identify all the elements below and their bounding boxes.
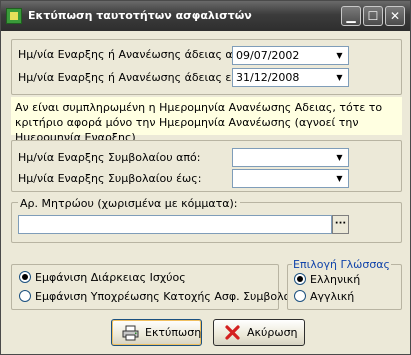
contract-to-label: Ημ/νία Εναρξης Συμβολαίου έως: bbox=[18, 172, 202, 185]
chevron-down-icon[interactable]: ▼ bbox=[332, 150, 347, 165]
registry-input[interactable] bbox=[18, 215, 332, 234]
contract-to-date-combo[interactable]: ▼ bbox=[232, 169, 349, 188]
display-obligation-label[interactable]: Εμφάνιση Υποχρέωσης Κατοχής Ασφ. Συμβολα… bbox=[35, 290, 308, 303]
language-group-title: Επιλογή Γλώσσας bbox=[292, 258, 392, 271]
language-greek-label[interactable]: Ελληνική bbox=[310, 273, 360, 286]
registry-browse-button[interactable]: ··· bbox=[332, 215, 349, 234]
language-english-radio[interactable] bbox=[294, 290, 306, 302]
minimize-button[interactable]: ▁ bbox=[341, 6, 361, 26]
print-button-label: Εκτύπωση bbox=[145, 326, 202, 339]
license-to-date-combo[interactable]: 31/12/2008 ▼ bbox=[232, 68, 349, 87]
chevron-down-icon[interactable]: ▼ bbox=[332, 171, 347, 186]
close-button[interactable]: ✕ bbox=[385, 6, 405, 26]
license-to-label: Ημ/νία Εναρξης ή Ανανέωσης άδειας εώς: bbox=[18, 71, 251, 84]
display-duration-radio[interactable] bbox=[19, 271, 31, 283]
window-title: Εκτύπωση ταυτοτήτων ασφαλιστών bbox=[28, 9, 252, 22]
license-to-date-value: 31/12/2008 bbox=[236, 71, 300, 84]
display-duration-label[interactable]: Εμφάνιση Διάρκειας Ισχύος bbox=[35, 271, 186, 284]
license-from-date-value: 09/07/2002 bbox=[236, 49, 300, 62]
cancel-button[interactable]: Ακύρωση bbox=[213, 319, 305, 346]
red-x-icon bbox=[225, 325, 240, 340]
cancel-button-label: Ακύρωση bbox=[247, 326, 298, 339]
contract-from-label: Ημ/νία Εναρξης Συμβολαίου από: bbox=[18, 151, 201, 164]
title-bar[interactable]: Εκτύπωση ταυτοτήτων ασφαλιστών ▁ ☐ ✕ bbox=[1, 1, 410, 31]
license-from-label: Ημ/νία Εναρξης ή Ανανέωσης άδειας από: bbox=[18, 48, 250, 61]
license-from-date-combo[interactable]: 09/07/2002 ▼ bbox=[232, 46, 349, 65]
chevron-down-icon[interactable]: ▼ bbox=[332, 48, 347, 63]
print-button[interactable]: Εκτύπωση bbox=[111, 319, 202, 346]
display-obligation-radio[interactable] bbox=[19, 290, 31, 302]
dialog-window: Εκτύπωση ταυτοτήτων ασφαλιστών ▁ ☐ ✕ Ημ/… bbox=[0, 0, 411, 355]
app-icon bbox=[6, 8, 22, 24]
printer-icon bbox=[122, 325, 139, 341]
registry-label: Αρ. Μητρώου (χωρισμένα με κόμματα): bbox=[18, 197, 240, 210]
chevron-down-icon[interactable]: ▼ bbox=[332, 70, 347, 85]
info-note: Αν είναι συμπληρωμένη η Ημερομηνία Ανανέ… bbox=[11, 97, 402, 144]
language-english-label[interactable]: Αγγλική bbox=[310, 290, 354, 303]
maximize-button[interactable]: ☐ bbox=[363, 6, 383, 26]
contract-from-date-combo[interactable]: ▼ bbox=[232, 148, 349, 167]
language-greek-radio[interactable] bbox=[294, 273, 306, 285]
